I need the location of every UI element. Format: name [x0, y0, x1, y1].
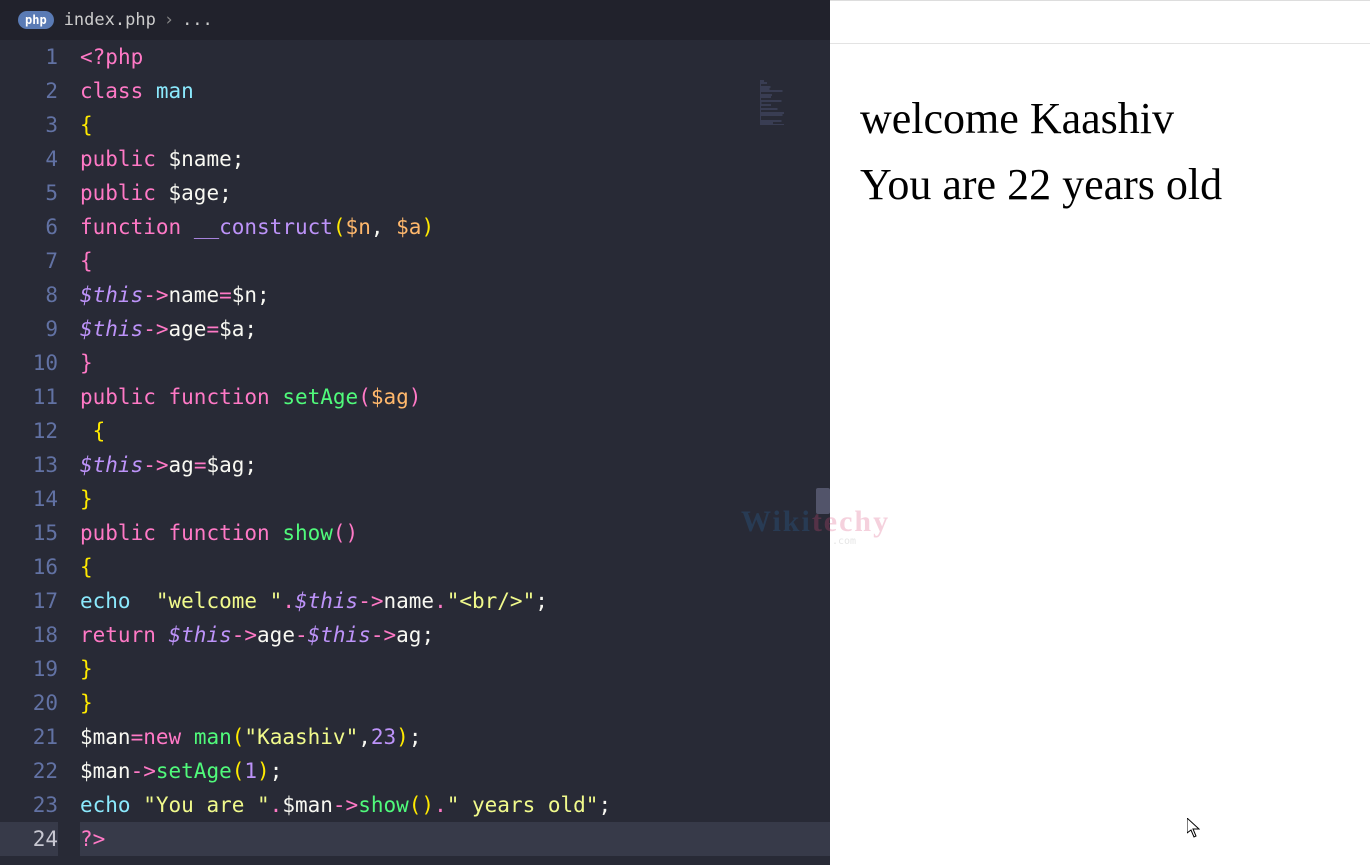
editor-body[interactable]: 123456789101112131415161718192021222324 … — [0, 40, 830, 865]
code-line[interactable]: } — [80, 686, 830, 720]
line-number: 16 — [0, 550, 58, 584]
code-line[interactable]: public $age; — [80, 176, 830, 210]
code-line[interactable]: $man->setAge(1); — [80, 754, 830, 788]
code-line[interactable]: ?> — [80, 822, 830, 856]
line-number: 11 — [0, 380, 58, 414]
line-number: 12 — [0, 414, 58, 448]
minimap[interactable] — [760, 80, 820, 125]
browser-divider — [830, 43, 1370, 44]
line-number: 15 — [0, 516, 58, 550]
code-line[interactable]: $this->name=$n; — [80, 278, 830, 312]
line-number: 13 — [0, 448, 58, 482]
code-line[interactable]: { — [80, 244, 830, 278]
code-line[interactable]: { — [80, 550, 830, 584]
code-line[interactable]: public function setAge($ag) — [80, 380, 830, 414]
line-number: 20 — [0, 686, 58, 720]
mouse-cursor-icon — [1187, 818, 1200, 838]
line-number: 14 — [0, 482, 58, 516]
breadcrumb-separator: › — [164, 10, 174, 30]
code-line[interactable]: } — [80, 482, 830, 516]
code-line[interactable]: public function show() — [80, 516, 830, 550]
breadcrumb-extra[interactable]: ... — [182, 10, 213, 30]
line-number: 6 — [0, 210, 58, 244]
code-line[interactable]: echo "welcome ".$this->name."<br/>"; — [80, 584, 830, 618]
code-line[interactable]: { — [80, 108, 830, 142]
watermark-sub: .com — [832, 536, 856, 547]
editor-tab-bar: php index.php › ... — [0, 0, 830, 40]
code-line[interactable]: $man=new man("Kaashiv",23); — [80, 720, 830, 754]
code-line[interactable]: { — [80, 414, 830, 448]
browser-output-pane: welcome Kaashiv You are 22 years old — [830, 0, 1370, 865]
line-number: 1 — [0, 40, 58, 74]
code-line[interactable]: } — [80, 652, 830, 686]
code-line[interactable]: $this->ag=$ag; — [80, 448, 830, 482]
browser-content: welcome Kaashiv You are 22 years old — [830, 1, 1370, 218]
tab-filename[interactable]: index.php — [64, 10, 156, 30]
line-number: 3 — [0, 108, 58, 142]
line-number: 17 — [0, 584, 58, 618]
code-line[interactable]: echo "You are ".$man->show()." years old… — [80, 788, 830, 822]
line-number-gutter: 123456789101112131415161718192021222324 — [0, 40, 80, 865]
code-line[interactable]: $this->age=$a; — [80, 312, 830, 346]
output-line-1: welcome Kaashiv — [860, 86, 1370, 152]
code-line[interactable]: public $name; — [80, 142, 830, 176]
line-number: 23 — [0, 788, 58, 822]
line-number: 8 — [0, 278, 58, 312]
php-file-icon: php — [18, 11, 54, 29]
code-line[interactable]: return $this->age-$this->ag; — [80, 618, 830, 652]
line-number: 2 — [0, 74, 58, 108]
output-line-2: You are 22 years old — [860, 152, 1370, 218]
line-number: 22 — [0, 754, 58, 788]
code-line[interactable]: } — [80, 346, 830, 380]
code-editor-pane: php index.php › ... 12345678910111213141… — [0, 0, 830, 865]
code-area[interactable]: <?phpclass man{public $name;public $age;… — [80, 40, 830, 865]
line-number: 19 — [0, 652, 58, 686]
line-number: 7 — [0, 244, 58, 278]
line-number: 9 — [0, 312, 58, 346]
watermark-logo: Wikitechy — [741, 505, 890, 539]
line-number: 21 — [0, 720, 58, 754]
line-number: 24 — [0, 822, 58, 856]
line-number: 4 — [0, 142, 58, 176]
code-line[interactable]: function __construct($n, $a) — [80, 210, 830, 244]
line-number: 5 — [0, 176, 58, 210]
code-line[interactable]: class man — [80, 74, 830, 108]
code-line[interactable]: <?php — [80, 40, 830, 74]
line-number: 10 — [0, 346, 58, 380]
line-number: 18 — [0, 618, 58, 652]
